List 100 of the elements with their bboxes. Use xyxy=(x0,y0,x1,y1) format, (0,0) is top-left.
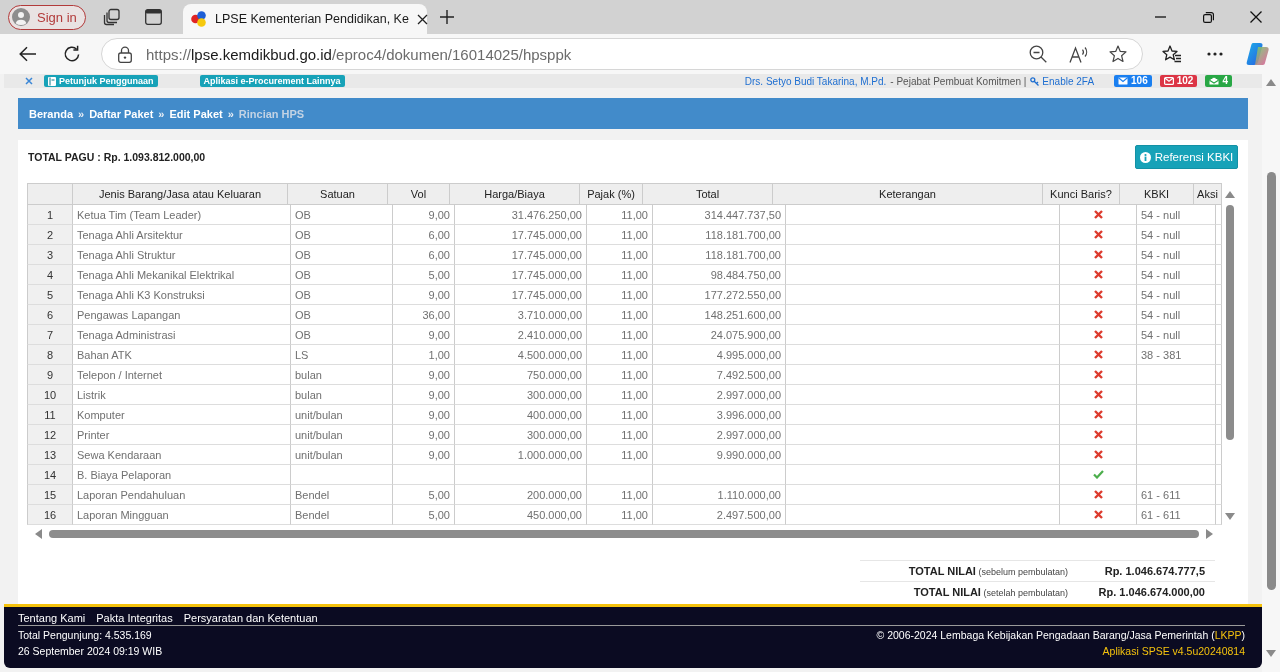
scroll-left-icon[interactable] xyxy=(33,529,43,539)
row-number: 15 xyxy=(27,485,73,505)
table-cell: 11,00 xyxy=(587,505,653,525)
scroll-down-icon[interactable] xyxy=(1266,649,1276,659)
url-text: https://lpse.kemdikbud.go.id/eproc4/dokumen/16014025/hpsppk xyxy=(146,45,573,63)
table-cell: Listrik xyxy=(73,385,291,405)
table-cell: 11,00 xyxy=(587,445,653,465)
footer-link[interactable]: Pakta Integritas xyxy=(96,611,173,624)
table-cell: unit/bulan xyxy=(291,405,393,425)
table-cell: 1.110.000,00 xyxy=(653,485,786,505)
scroll-right-icon[interactable] xyxy=(1205,529,1215,539)
envelope-outline-icon xyxy=(1163,77,1174,85)
row-number: 14 xyxy=(27,465,73,485)
gradient-logo-icon[interactable] xyxy=(1246,42,1270,66)
table-cell: 9.990.000,00 xyxy=(653,445,786,465)
table-cell: Bahan ATK xyxy=(73,345,291,365)
stacked-squares-icon[interactable] xyxy=(103,8,121,26)
browser-tab[interactable]: LPSE Kementerian Pendidikan, Ke xyxy=(183,4,427,34)
table-cell: 5,00 xyxy=(393,265,455,285)
column-header: Jenis Barang/Jasa atau Keluaran xyxy=(73,183,288,205)
star-icon[interactable] xyxy=(1109,45,1127,63)
column-header: KBKI xyxy=(1120,183,1194,205)
footer-link[interactable]: Persyaratan dan Ketentuan xyxy=(183,611,318,624)
table-cell: 6,00 xyxy=(393,245,455,265)
table-cell: 54 - null xyxy=(1137,225,1216,245)
app-version-link[interactable]: Aplikasi SPSE v4.5u20240814 xyxy=(876,645,1245,657)
table-cell: Ketua Tim (Team Leader) xyxy=(73,205,291,225)
zoom-out-icon[interactable] xyxy=(1029,45,1047,63)
eprocurement-apps-link[interactable]: Aplikasi e-Procurement Lainnya xyxy=(199,75,345,87)
table-cell: 36,00 xyxy=(393,305,455,325)
enable-2fa-link[interactable]: Enable 2FA xyxy=(1030,75,1095,87)
address-field[interactable]: https://lpse.kemdikbud.go.id/eproc4/dokumen/16014025/hpsppk xyxy=(101,38,1143,70)
total-value: Rp. 1.046.674.777,5 xyxy=(1103,565,1206,577)
column-header: Aksi xyxy=(1194,183,1222,205)
lock-icon xyxy=(118,45,132,63)
breadcrumb-link[interactable]: Daftar Paket xyxy=(89,107,154,120)
user-name-link[interactable]: Drs. Setyo Budi Takarina, M.Pd. xyxy=(744,75,887,87)
table-cell: OB xyxy=(291,305,393,325)
minimize-icon[interactable] xyxy=(1154,16,1166,18)
table-cell: 9,00 xyxy=(393,405,455,425)
user-guide-link[interactable]: Petunjuk Penggunaan xyxy=(44,75,158,87)
close-window-icon[interactable] xyxy=(1250,11,1262,23)
plus-icon[interactable] xyxy=(440,10,454,24)
star-list-icon[interactable] xyxy=(1162,45,1182,63)
scrollbar-thumb[interactable] xyxy=(1225,205,1234,440)
table-cell: 177.272.550,00 xyxy=(653,285,786,305)
cross-icon[interactable] xyxy=(25,77,33,85)
table-cell: Tenaga Ahli K3 Konstruksi xyxy=(73,285,291,305)
row-number: 2 xyxy=(27,225,73,245)
table-cell: 148.251.600,00 xyxy=(653,305,786,325)
table-cell: 31.476.250,00 xyxy=(455,205,587,225)
row-number: 11 xyxy=(27,405,73,425)
row-number: 13 xyxy=(27,445,73,465)
table-cell: 11,00 xyxy=(587,365,653,385)
scrollbar-thumb[interactable] xyxy=(49,530,1199,538)
table-cell: 11,00 xyxy=(587,325,653,345)
sign-in-button[interactable]: Sign in xyxy=(8,4,86,30)
restore-icon[interactable] xyxy=(1202,11,1214,23)
window-icon[interactable] xyxy=(144,9,162,25)
scroll-up-icon[interactable] xyxy=(1224,189,1235,199)
table-cell: 54 - null xyxy=(1137,205,1216,225)
row-number: 12 xyxy=(27,425,73,445)
message-count-badge[interactable]: 102 xyxy=(1159,75,1198,87)
total-label: TOTAL NILAI (setelah pembulatan) xyxy=(912,586,1068,598)
message-count-badge[interactable]: 4 xyxy=(1205,75,1232,87)
table-cell: LS xyxy=(291,345,393,365)
reference-button[interactable]: Referensi KBKI xyxy=(1135,145,1238,169)
scroll-down-icon[interactable] xyxy=(1224,512,1235,522)
read-aloud-icon[interactable] xyxy=(1069,45,1089,63)
close-icon[interactable] xyxy=(416,13,428,25)
table-cell: 1,00 xyxy=(393,345,455,365)
footer-link[interactable]: Tentang Kami xyxy=(18,611,86,624)
table-cell: Tenaga Ahli Struktur xyxy=(73,245,291,265)
row-number: 4 xyxy=(27,265,73,285)
refresh-icon[interactable] xyxy=(63,45,81,63)
scroll-up-icon[interactable] xyxy=(1266,77,1276,87)
total-pagu-text: TOTAL PAGU : Rp. 1.093.812.000,00 xyxy=(27,151,206,163)
breadcrumb-link[interactable]: Beranda xyxy=(29,107,74,120)
table-cell: 17.745.000,00 xyxy=(455,285,587,305)
table-cell: Komputer xyxy=(73,405,291,425)
left-arrow-icon[interactable] xyxy=(19,46,37,62)
table-cell: 11,00 xyxy=(587,385,653,405)
row-number: 3 xyxy=(27,245,73,265)
visitor-count-text: Total Pengunjung: 4.535.169 xyxy=(18,629,153,641)
message-count-badge[interactable]: 106 xyxy=(1114,75,1152,87)
logo-icon xyxy=(191,11,207,27)
column-header: Keterangan xyxy=(773,183,1043,205)
table-cell: 118.181.700,00 xyxy=(653,245,786,265)
table-cell: 98.484.750,00 xyxy=(653,265,786,285)
table-cell: 6,00 xyxy=(393,225,455,245)
row-number: 8 xyxy=(27,345,73,365)
table-cell: unit/bulan xyxy=(291,445,393,465)
book-icon xyxy=(48,76,56,86)
more-icon[interactable] xyxy=(1207,52,1223,56)
scrollbar-thumb[interactable] xyxy=(1266,172,1276,590)
table-cell: Tenaga Administrasi xyxy=(73,325,291,345)
row-number: 10 xyxy=(27,385,73,405)
table-cell: 2.997.000,00 xyxy=(653,385,786,405)
breadcrumb-link[interactable]: Edit Paket xyxy=(169,107,223,120)
table-cell: Tenaga Ahli Arsitektur xyxy=(73,225,291,245)
